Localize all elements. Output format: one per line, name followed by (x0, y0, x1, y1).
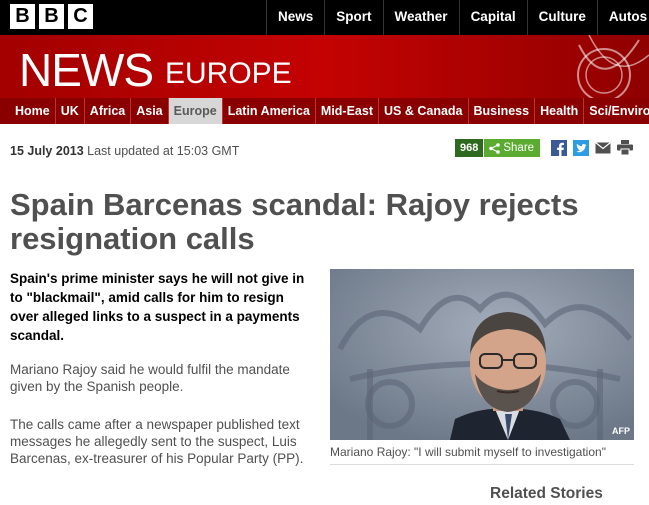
top-nav-autos[interactable]: Autos (596, 0, 649, 35)
social-buttons (550, 139, 633, 156)
top-nav: News Sport Weather Capital Culture Autos (266, 0, 649, 35)
share-button[interactable]: Share (484, 139, 541, 157)
bbc-logo-letter-b1: B (10, 4, 35, 29)
photo-credit: AFP (612, 426, 630, 436)
top-bar: B B C News Sport Weather Capital Culture… (0, 0, 649, 35)
article-headline: Spain Barcenas scandal: Rajoy rejects re… (10, 187, 579, 256)
twitter-icon[interactable] (572, 139, 589, 156)
section-nav-us-canada[interactable]: US & Canada (379, 98, 469, 124)
dateline: 15 July 2013 Last updated at 15:03 GMT (10, 144, 239, 158)
region-title: EUROPE (165, 57, 292, 90)
top-nav-weather[interactable]: Weather (382, 0, 459, 35)
share-icon (489, 142, 501, 154)
section-nav-business[interactable]: Business (469, 98, 536, 124)
article-paragraph: The calls came after a newspaper publish… (10, 417, 304, 466)
top-nav-capital[interactable]: Capital (458, 0, 527, 35)
caption-divider (330, 464, 634, 465)
section-nav-europe[interactable]: Europe (168, 98, 223, 124)
print-icon[interactable] (616, 139, 633, 156)
share-label: Share (503, 142, 535, 154)
share-count: 968 (455, 139, 484, 157)
banner-swirl-decoration (577, 35, 649, 98)
bbc-logo-letter-b2: B (39, 4, 64, 29)
email-icon[interactable] (594, 139, 611, 156)
news-wordmark[interactable]: NEWS (19, 43, 154, 97)
publish-date: 15 July 2013 (10, 144, 84, 158)
news-banner: NEWS EUROPE (0, 35, 649, 98)
section-nav-mid-east[interactable]: Mid-East (316, 98, 379, 124)
bbc-logo[interactable]: B B C (10, 4, 93, 29)
article-intro: Spain's prime minister says he will not … (10, 271, 305, 343)
section-nav-asia[interactable]: Asia (131, 98, 169, 124)
section-nav-sci-environment[interactable]: Sci/Environm (584, 98, 649, 124)
section-nav-edge (0, 98, 10, 124)
section-nav-uk[interactable]: UK (56, 98, 85, 124)
section-nav-health[interactable]: Health (535, 98, 585, 124)
related-stories-heading: Related Stories (490, 485, 603, 502)
share-widget: 968 Share (455, 139, 541, 157)
section-nav: Home UK Africa Asia Europe Latin America… (10, 98, 649, 124)
article-photo[interactable]: AFP (330, 269, 634, 440)
facebook-icon[interactable] (550, 139, 567, 156)
article-paragraph: Mariano Rajoy said he would fulfil the m… (10, 362, 290, 394)
section-nav-africa[interactable]: Africa (85, 98, 132, 124)
last-updated: Last updated at 15:03 GMT (87, 144, 240, 158)
top-nav-culture[interactable]: Culture (526, 0, 597, 35)
section-nav-home[interactable]: Home (10, 98, 56, 124)
top-nav-news[interactable]: News (266, 0, 324, 35)
section-nav-latin-america[interactable]: Latin America (223, 98, 316, 124)
rajoy-portrait-image (330, 269, 634, 440)
photo-caption: Mariano Rajoy: "I will submit myself to … (330, 445, 606, 459)
bbc-logo-letter-c: C (68, 4, 93, 29)
top-nav-sport[interactable]: Sport (324, 0, 382, 35)
